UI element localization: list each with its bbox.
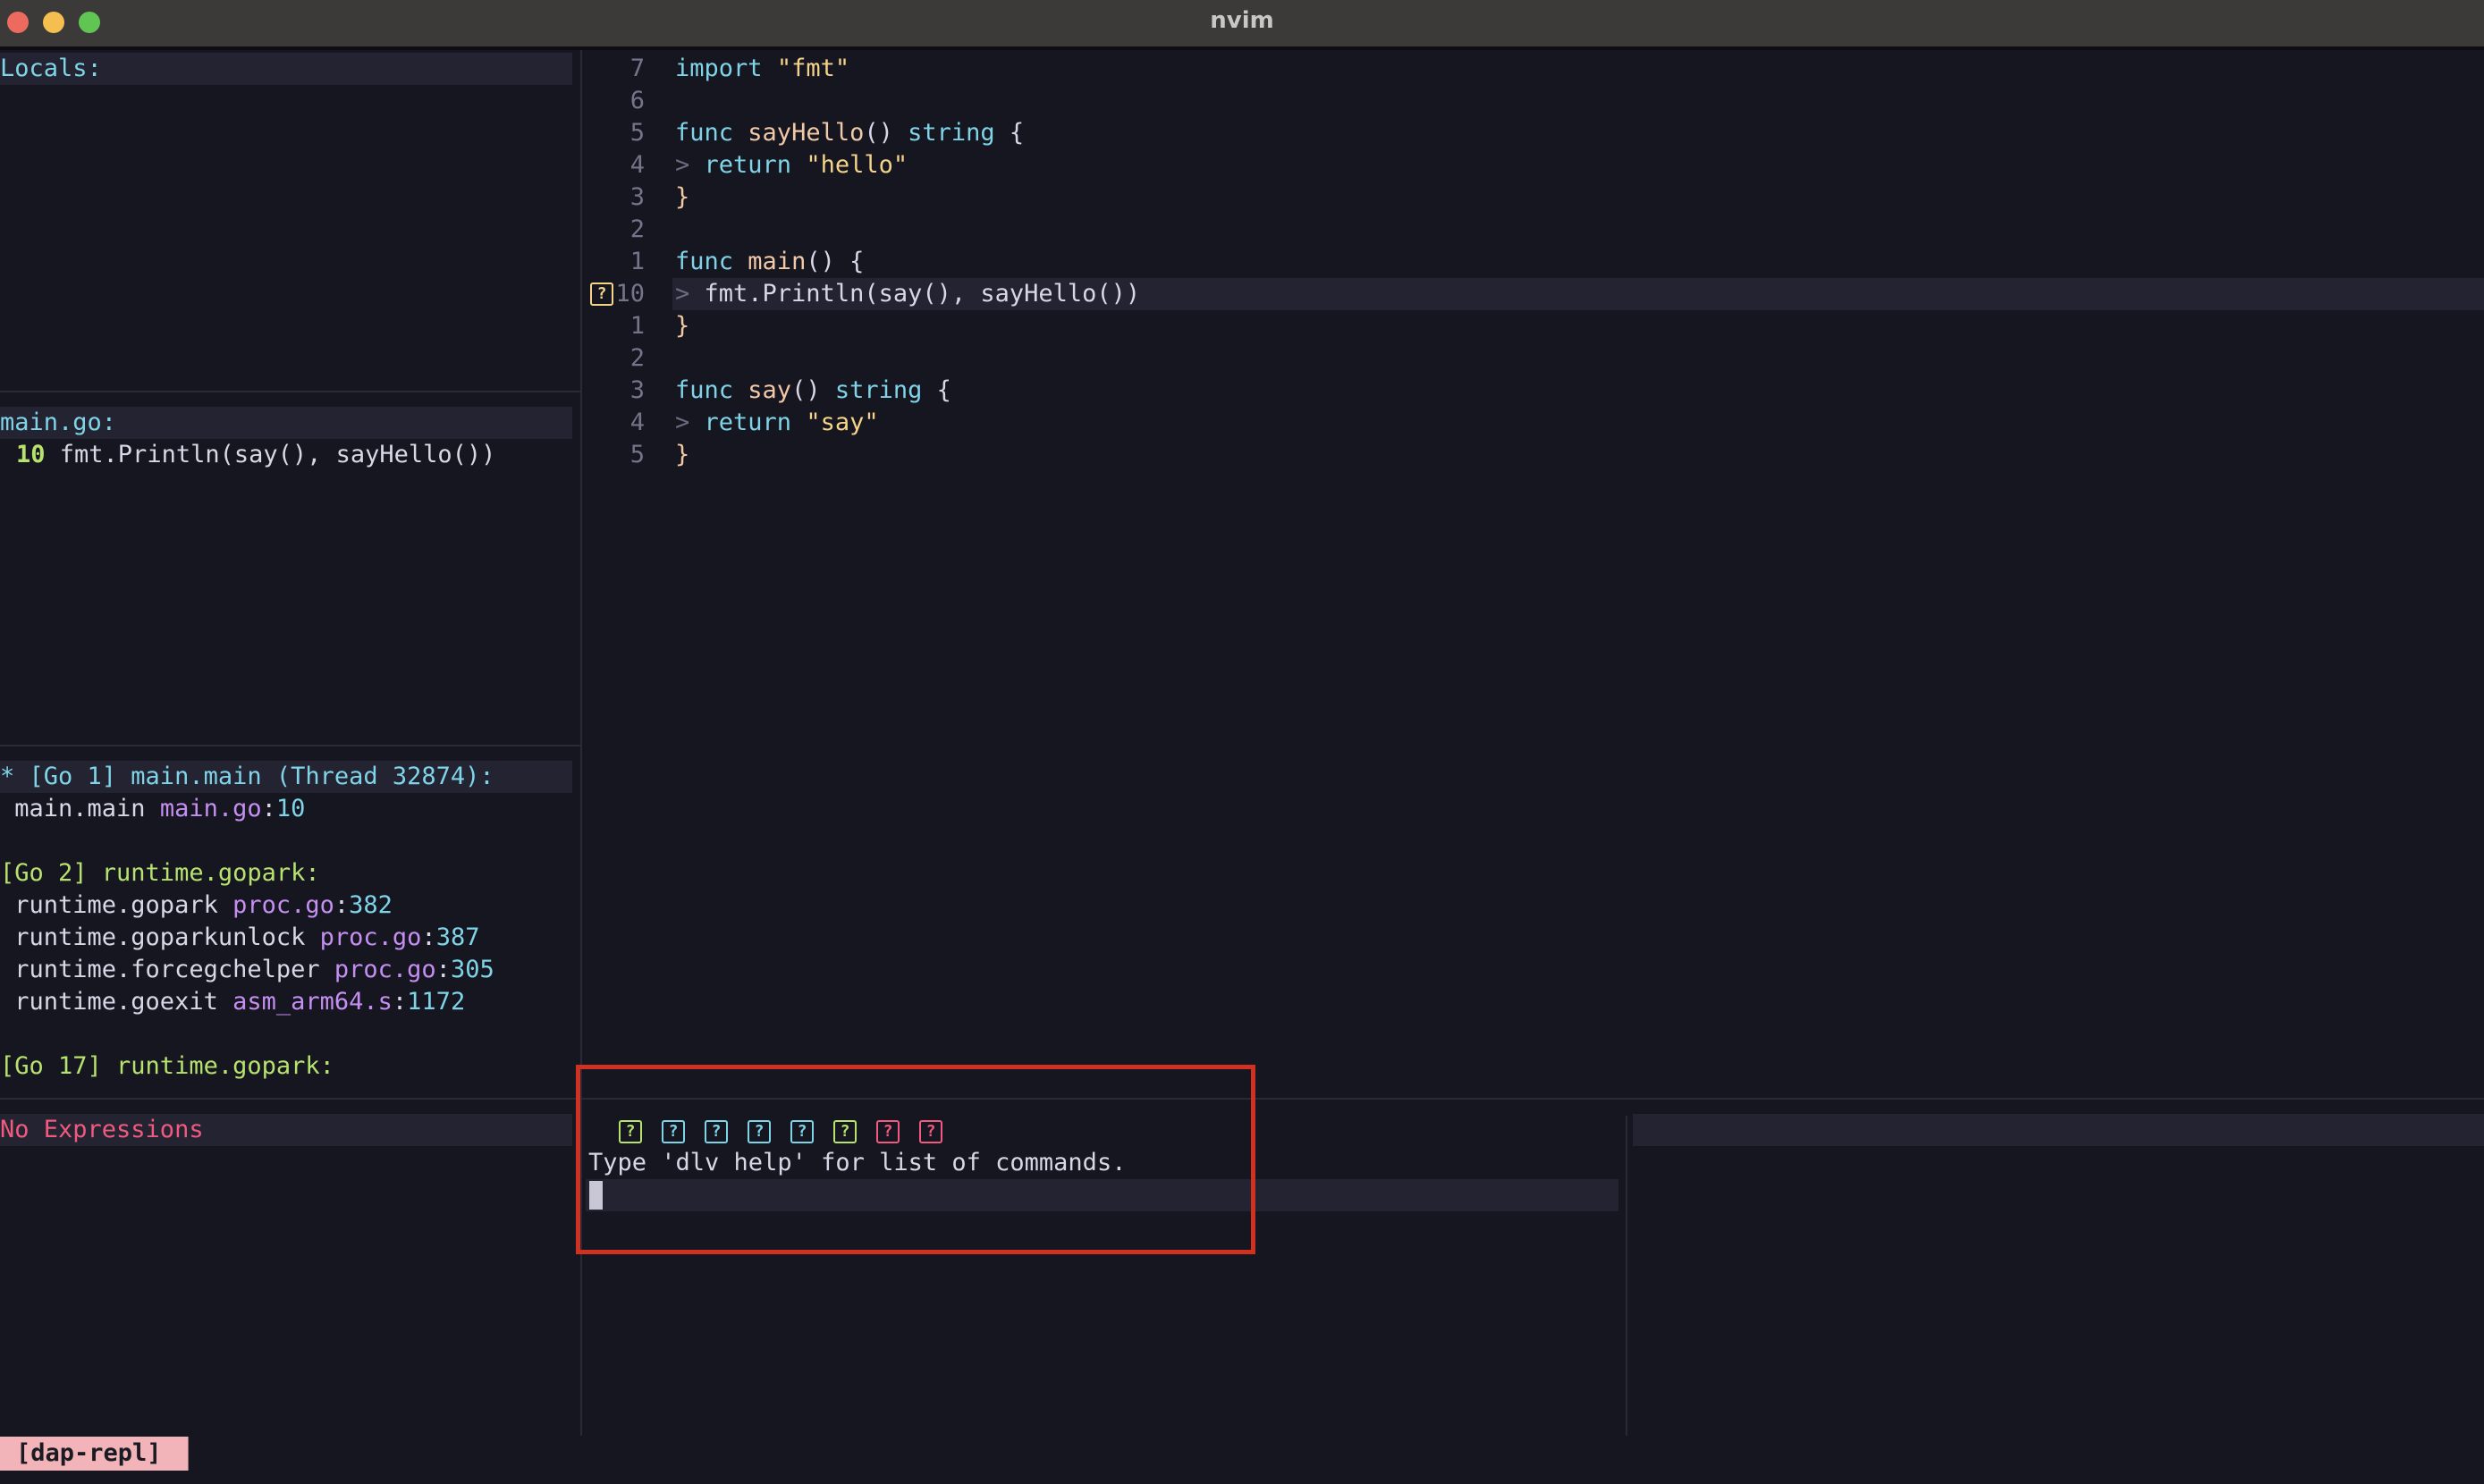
code-line[interactable]: } (675, 310, 689, 342)
code-line[interactable]: > fmt.Println(say(), sayHello()) (675, 278, 1140, 310)
code-token: func (675, 248, 734, 275)
frame-line: 10 (275, 795, 306, 822)
code-line[interactable]: } (675, 439, 689, 471)
breakpoints-file-header[interactable]: main.go: (0, 407, 572, 439)
code-token: > (675, 409, 705, 436)
code-token: "fmt" (776, 55, 850, 82)
frame-separator: : (261, 795, 276, 822)
code-token: string (834, 376, 923, 404)
code-token: sayHello (748, 119, 865, 147)
code-token: > (675, 280, 705, 308)
line-number: 10 (615, 280, 645, 308)
highlight-box (576, 1065, 1255, 1254)
code-line[interactable]: func main() { (675, 246, 864, 278)
code-token: } (675, 312, 690, 340)
frame-function: main.main (0, 795, 160, 822)
watches-empty-text: No Expressions (0, 1114, 572, 1146)
frame-separator: : (435, 956, 451, 983)
code-token: "hello" (806, 151, 908, 179)
frame-function: runtime.goparkunlock (0, 923, 320, 951)
line-number: 5 (629, 119, 645, 147)
code-token: return (704, 409, 792, 436)
scopes-breakpoints-divider[interactable] (0, 391, 580, 392)
frame-separator: : (392, 988, 408, 1016)
line-number: 5 (629, 441, 645, 468)
thread-header[interactable]: * [Go 1] main.main (Thread 32874): (0, 761, 572, 793)
thread-header[interactable]: [Go 2] runtime.gopark: (0, 857, 320, 890)
code-token: func (675, 376, 734, 404)
code-token: string (908, 119, 995, 147)
repl-console-divider[interactable] (1626, 1116, 1627, 1436)
line-number: 4 (629, 151, 645, 179)
thread-frame[interactable]: runtime.goparkunlock proc.go:387 (0, 922, 479, 954)
breakpoints-threads-divider[interactable] (0, 745, 580, 746)
frame-separator: : (421, 923, 436, 951)
code-token: "say" (806, 409, 879, 436)
code-token: () (864, 119, 908, 147)
frame-separator: : (334, 891, 350, 919)
window-titlebar: nvim (0, 0, 2484, 50)
code-line[interactable]: import "fmt" (675, 53, 849, 85)
frame-line: 305 (450, 956, 494, 983)
code-token: main (748, 248, 807, 275)
code-line[interactable]: func sayHello() string { (675, 117, 1024, 149)
code-line[interactable]: > return "hello" (675, 149, 908, 181)
breakpoint-entry[interactable]: 10 fmt.Println(say(), sayHello()) (16, 439, 495, 471)
line-number: 2 (629, 215, 645, 243)
scopes-header[interactable]: Locals: (0, 53, 572, 85)
code-line[interactable]: } (675, 181, 689, 214)
frame-function: runtime.goexit (0, 988, 233, 1016)
thread-frame[interactable]: runtime.gopark proc.go:382 (0, 890, 393, 922)
thread-frame[interactable]: runtime.forcegchelper proc.go:305 (0, 954, 494, 986)
line-number: 7 (629, 55, 645, 82)
line-number: 1 (629, 312, 645, 340)
code-line[interactable]: func say() string { (675, 375, 951, 407)
line-number: 1 (629, 248, 645, 275)
breakpoint-line-text: fmt.Println(say(), sayHello()) (59, 441, 496, 468)
thread-frame[interactable]: main.main main.go:10 (0, 793, 305, 825)
window-title: nvim (1210, 7, 1274, 34)
frame-line: 382 (349, 891, 393, 919)
frame-file: proc.go (334, 956, 436, 983)
code-token: > (675, 151, 705, 179)
code-line[interactable]: > return "say" (675, 407, 879, 439)
thread-frame[interactable]: runtime.goexit asm_arm64.s:1172 (0, 986, 465, 1018)
frame-function: runtime.gopark (0, 891, 233, 919)
frame-file: proc.go (232, 891, 334, 919)
line-number: 3 (629, 376, 645, 404)
code-token: { (922, 376, 951, 404)
line-number: 3 (629, 183, 645, 211)
code-token: say (748, 376, 792, 404)
frame-file: proc.go (319, 923, 422, 951)
code-token: import (675, 55, 763, 82)
thread-header[interactable]: [Go 17] runtime.gopark: (0, 1050, 334, 1083)
frame-function: runtime.forcegchelper (0, 956, 334, 983)
line-number: 4 (629, 409, 645, 436)
frame-file: main.go (159, 795, 262, 822)
code-token: } (675, 441, 690, 468)
code-token: fmt.Println(say(), sayHello()) (704, 280, 1141, 308)
breakpoint-line-number: 10 (16, 441, 46, 468)
frame-file: asm_arm64.s (232, 988, 393, 1016)
frame-line: 387 (435, 923, 480, 951)
code-token: () { (806, 248, 865, 275)
code-token: () (791, 376, 835, 404)
line-number: 6 (629, 87, 645, 114)
code-token: func (675, 119, 734, 147)
code-token: } (675, 183, 690, 211)
code-token: { (994, 119, 1025, 147)
frame-line: 1172 (407, 988, 466, 1016)
statusline-buffer-name: [dap-repl] (0, 1437, 189, 1471)
line-number: 2 (629, 344, 645, 372)
console-header (1633, 1114, 2484, 1146)
code-token: return (704, 151, 792, 179)
